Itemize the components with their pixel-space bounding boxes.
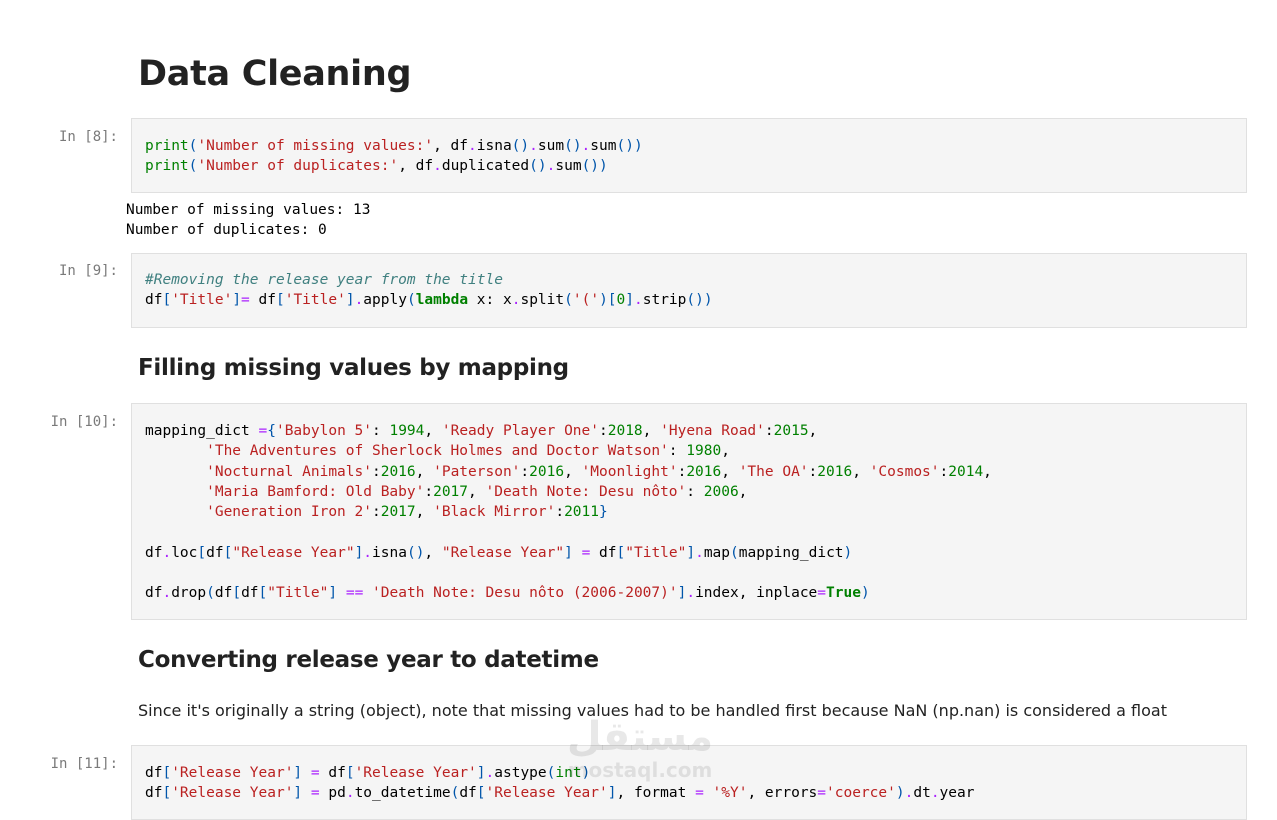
- code-line: 'Nocturnal Animals':2016, 'Paterson':201…: [206, 463, 992, 480]
- code-cell-10[interactable]: mapping_dict ={'Babylon 5': 1994, 'Ready…: [131, 403, 1247, 620]
- code-cell-8[interactable]: print('Number of missing values:', df.is…: [131, 118, 1247, 193]
- cell-prompt: In [10]:: [50, 414, 118, 430]
- watermark-arabic: مستقل: [566, 714, 714, 760]
- section-heading-data-cleaning: Data Cleaning: [138, 54, 412, 94]
- code-line: 'Maria Bamford: Old Baby':2017, 'Death N…: [206, 483, 748, 500]
- watermark-latin: mostaql.com: [567, 758, 713, 782]
- code-line: mapping_dict ={'Babylon 5': 1994, 'Ready…: [145, 423, 818, 439]
- code-line: 'Generation Iron 2':2017, 'Black Mirror'…: [206, 504, 608, 521]
- watermark-logo: مستقل mostaql.com: [560, 715, 720, 781]
- code-line: df.loc[df["Release Year"].isna(), "Relea…: [145, 544, 853, 561]
- code-line: print('Number of duplicates:', df.duplic…: [145, 158, 608, 175]
- cell-prompt: In [8]:: [58, 129, 118, 145]
- code-line: print('Number of missing values:', df.is…: [145, 138, 643, 154]
- section-heading-filling: Filling missing values by mapping: [138, 355, 569, 381]
- code-line: df['Release Year'] = pd.to_datetime(df['…: [145, 785, 975, 802]
- code-line: 'The Adventures of Sherlock Holmes and D…: [206, 443, 730, 460]
- code-editor[interactable]: #Removing the release year from the titl…: [132, 254, 1246, 311]
- code-line: df.drop(df[df["Title"] == 'Death Note: D…: [145, 585, 870, 602]
- code-editor[interactable]: print('Number of missing values:', df.is…: [132, 119, 1246, 177]
- cell-prompt: In [11]:: [50, 756, 118, 772]
- code-line: df['Title']= df['Title'].apply(lambda x:…: [145, 292, 713, 309]
- section-heading-converting: Converting release year to datetime: [138, 647, 599, 673]
- code-line: #Removing the release year from the titl…: [145, 272, 503, 288]
- code-editor[interactable]: mapping_dict ={'Babylon 5': 1994, 'Ready…: [132, 404, 1246, 604]
- code-cell-9[interactable]: #Removing the release year from the titl…: [131, 253, 1247, 328]
- cell-output: Number of missing values: 13 Number of du…: [126, 200, 370, 240]
- output-line: Number of duplicates: 0: [126, 222, 327, 238]
- cell-prompt: In [9]:: [58, 263, 118, 279]
- output-line: Number of missing values: 13: [126, 202, 371, 218]
